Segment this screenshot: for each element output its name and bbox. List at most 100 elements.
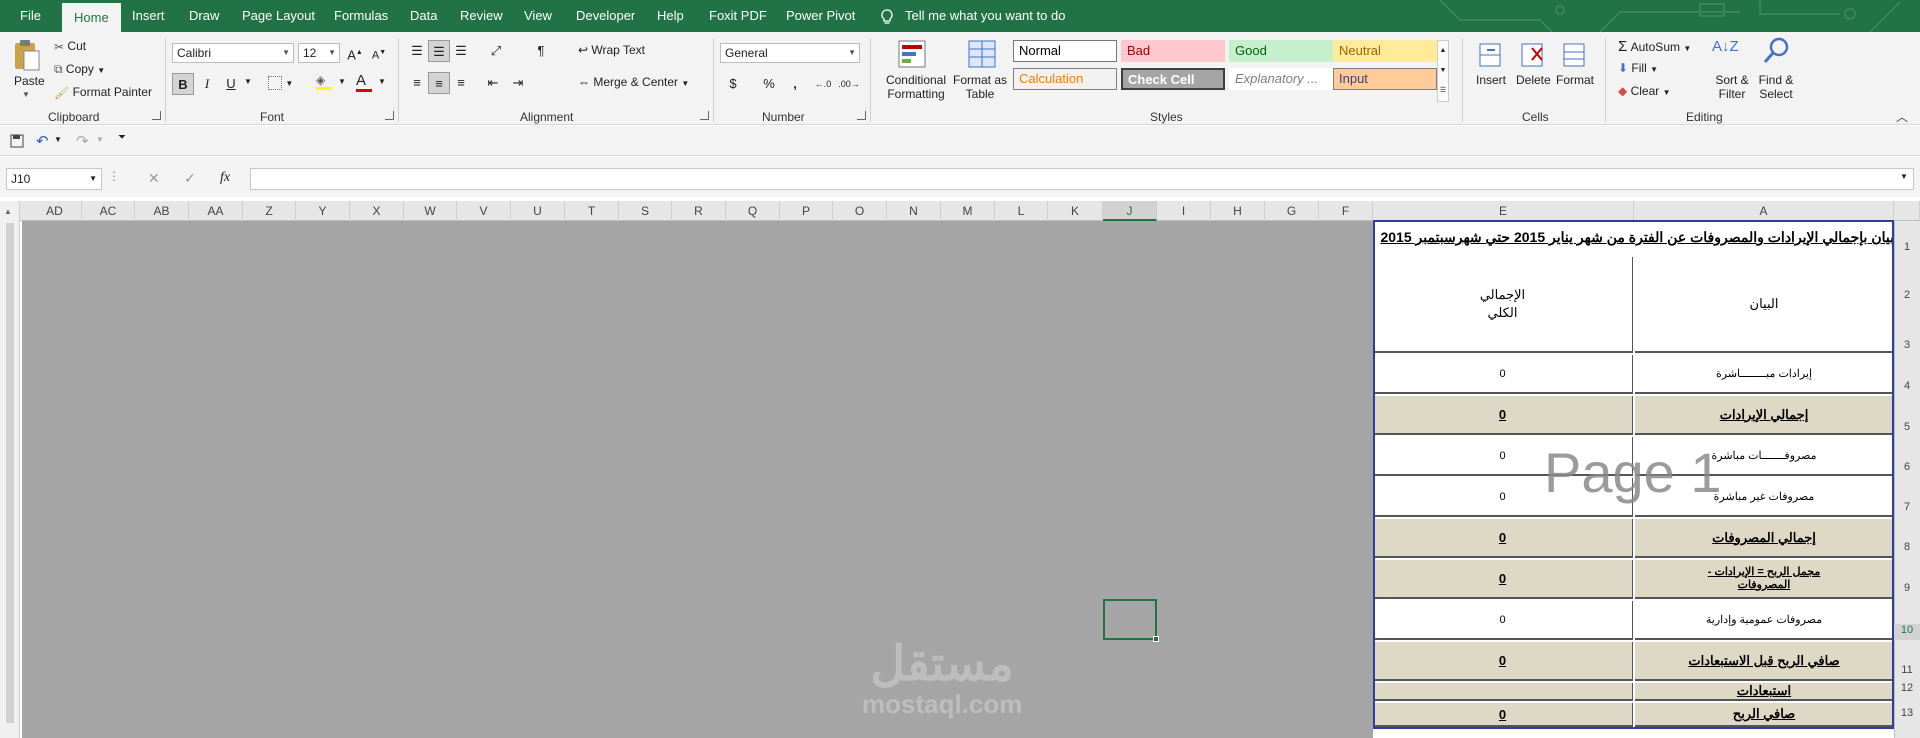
column-header-ad[interactable]: AD: [28, 201, 82, 221]
tell-me-search[interactable]: Tell me what you want to do: [905, 0, 1065, 32]
column-header-g[interactable]: G: [1265, 201, 1319, 221]
select-all-corner[interactable]: [1894, 201, 1920, 221]
font-name-select[interactable]: Calibri ▼: [172, 43, 294, 63]
currency-button[interactable]: $: [722, 73, 744, 95]
font-color-button[interactable]: A: [356, 72, 372, 92]
total-value-cell[interactable]: 0: [1373, 601, 1633, 640]
sort-filter-icon[interactable]: A↓Z: [1712, 38, 1739, 55]
decrease-indent-icon[interactable]: ⇤: [482, 72, 504, 94]
description-cell[interactable]: مجمل الربح = الإيرادات - المصروفات: [1635, 560, 1894, 599]
find-select-button[interactable]: Find & Select: [1754, 73, 1798, 101]
namebox-splitter-icon[interactable]: ⋮: [108, 169, 120, 183]
increase-decimal-icon[interactable]: ←.0: [812, 73, 834, 95]
total-value-cell[interactable]: 0: [1373, 355, 1633, 394]
format-as-table-button[interactable]: Format as Table: [952, 73, 1008, 101]
header-total[interactable]: الإجمالي الكلي: [1373, 257, 1633, 353]
row-header-13[interactable]: 13: [1894, 707, 1920, 723]
rtl-direction-icon[interactable]: ¶: [530, 40, 552, 62]
row-header-3[interactable]: 3: [1894, 339, 1920, 355]
enter-formula-icon[interactable]: ✓: [184, 170, 196, 187]
column-header-a[interactable]: A: [1634, 201, 1894, 221]
percent-button[interactable]: %: [758, 73, 780, 95]
fill-color-dropdown-icon[interactable]: ▼: [338, 77, 346, 86]
conditional-formatting-button[interactable]: Conditional Formatting: [879, 73, 953, 101]
total-value-cell[interactable]: 0: [1373, 642, 1633, 681]
page-break-gray-area[interactable]: [22, 221, 1373, 738]
tab-formulas[interactable]: Formulas: [334, 0, 388, 32]
underline-dropdown-icon[interactable]: ▼: [244, 77, 252, 86]
column-header-y[interactable]: Y: [296, 201, 350, 221]
row-header-12[interactable]: 12: [1894, 682, 1920, 698]
tab-file[interactable]: File: [20, 0, 41, 32]
font-launcher[interactable]: [385, 111, 394, 120]
tab-review[interactable]: Review: [460, 0, 503, 32]
format-painter-button[interactable]: 🖌 Format Painter: [54, 85, 152, 100]
font-size-select[interactable]: 12 ▼: [298, 43, 340, 63]
name-box[interactable]: J10 ▼: [6, 168, 102, 190]
orientation-icon[interactable]: ⤢: [485, 40, 507, 62]
description-cell[interactable]: مصروفات عمومية وإدارية: [1635, 601, 1894, 640]
sort-filter-button[interactable]: Sort & Filter: [1712, 73, 1752, 101]
align-center-icon[interactable]: ≡: [428, 72, 450, 94]
font-color-dropdown-icon[interactable]: ▼: [378, 77, 386, 86]
cell-style-normal[interactable]: Normal: [1013, 40, 1117, 62]
total-value-cell[interactable]: 0: [1373, 703, 1633, 727]
row-header-5[interactable]: 5: [1894, 421, 1920, 437]
total-value-cell[interactable]: 0: [1373, 396, 1633, 435]
description-cell[interactable]: إيرادات مبــــــــاشرة: [1635, 355, 1894, 394]
styles-scroll-icon[interactable]: ▲ ▼ ☰: [1437, 40, 1449, 102]
formula-input[interactable]: [250, 168, 1914, 190]
cell-style-good[interactable]: Good: [1229, 40, 1333, 62]
wrap-text-button[interactable]: ↩ Wrap Text: [578, 43, 645, 57]
fill-button[interactable]: ⬇ Fill ▼: [1618, 61, 1658, 75]
description-cell[interactable]: صافي الربح: [1635, 703, 1894, 727]
magnifier-icon[interactable]: [1762, 36, 1790, 66]
column-header-u[interactable]: U: [511, 201, 565, 221]
lightbulb-icon[interactable]: [880, 0, 894, 32]
paste-dropdown-icon[interactable]: ▼: [22, 90, 30, 99]
delete-cells-button[interactable]: Delete: [1516, 73, 1551, 87]
header-description[interactable]: البيان: [1635, 257, 1894, 353]
borders-button[interactable]: ▼: [268, 75, 293, 90]
align-left-icon[interactable]: ≡: [406, 72, 428, 94]
increase-indent-icon[interactable]: ⇥: [507, 72, 529, 94]
tab-power-pivot[interactable]: Power Pivot: [786, 0, 855, 32]
customize-qat-icon[interactable]: ⏷: [118, 132, 126, 143]
tab-help[interactable]: Help: [657, 0, 684, 32]
description-cell[interactable]: إجمالي المصروفات: [1635, 519, 1894, 558]
column-header-ab[interactable]: AB: [135, 201, 189, 221]
cell-style-calculation[interactable]: Calculation: [1013, 68, 1117, 90]
tab-insert[interactable]: Insert: [132, 0, 165, 32]
clear-button[interactable]: ◆ Clear ▼: [1618, 84, 1671, 98]
undo-dropdown-icon[interactable]: ▼: [54, 135, 62, 144]
decrease-decimal-icon[interactable]: .00→: [838, 73, 860, 95]
row-header-11[interactable]: 11: [1894, 664, 1920, 680]
scroll-up-icon[interactable]: ▲: [4, 207, 12, 216]
column-header-f[interactable]: F: [1319, 201, 1373, 221]
redo-dropdown-icon[interactable]: ▼: [96, 135, 104, 144]
align-bottom-icon[interactable]: ☰: [450, 40, 472, 62]
paste-label[interactable]: Paste: [14, 74, 45, 88]
clipboard-launcher[interactable]: [152, 111, 161, 120]
fill-color-button[interactable]: ◈: [316, 73, 332, 90]
column-header-j[interactable]: J: [1103, 201, 1157, 221]
cell-style-check-cell[interactable]: Check Cell: [1121, 68, 1225, 90]
tab-view[interactable]: View: [524, 0, 552, 32]
align-top-icon[interactable]: ☰: [406, 40, 428, 62]
number-launcher[interactable]: [857, 111, 866, 120]
column-header-p[interactable]: P: [780, 201, 833, 221]
sheet-title[interactable]: بيان بإجمالي الإيرادات والمصروفات عن الف…: [1373, 221, 1894, 254]
column-header-v[interactable]: V: [457, 201, 511, 221]
expand-formula-icon[interactable]: ▼: [1900, 172, 1908, 181]
tab-page-layout[interactable]: Page Layout: [242, 0, 315, 32]
total-value-cell[interactable]: 0: [1373, 560, 1633, 599]
row-header-6[interactable]: 6: [1894, 461, 1920, 477]
column-header-w[interactable]: W: [404, 201, 457, 221]
column-header-z[interactable]: Z: [243, 201, 296, 221]
autosum-button[interactable]: Σ AutoSum ▼: [1618, 38, 1691, 55]
align-right-icon[interactable]: ≡: [450, 72, 472, 94]
total-value-cell[interactable]: [1373, 683, 1633, 701]
tab-developer[interactable]: Developer: [576, 0, 635, 32]
tab-foxit-pdf[interactable]: Foxit PDF: [709, 0, 767, 32]
column-header-i[interactable]: I: [1157, 201, 1211, 221]
